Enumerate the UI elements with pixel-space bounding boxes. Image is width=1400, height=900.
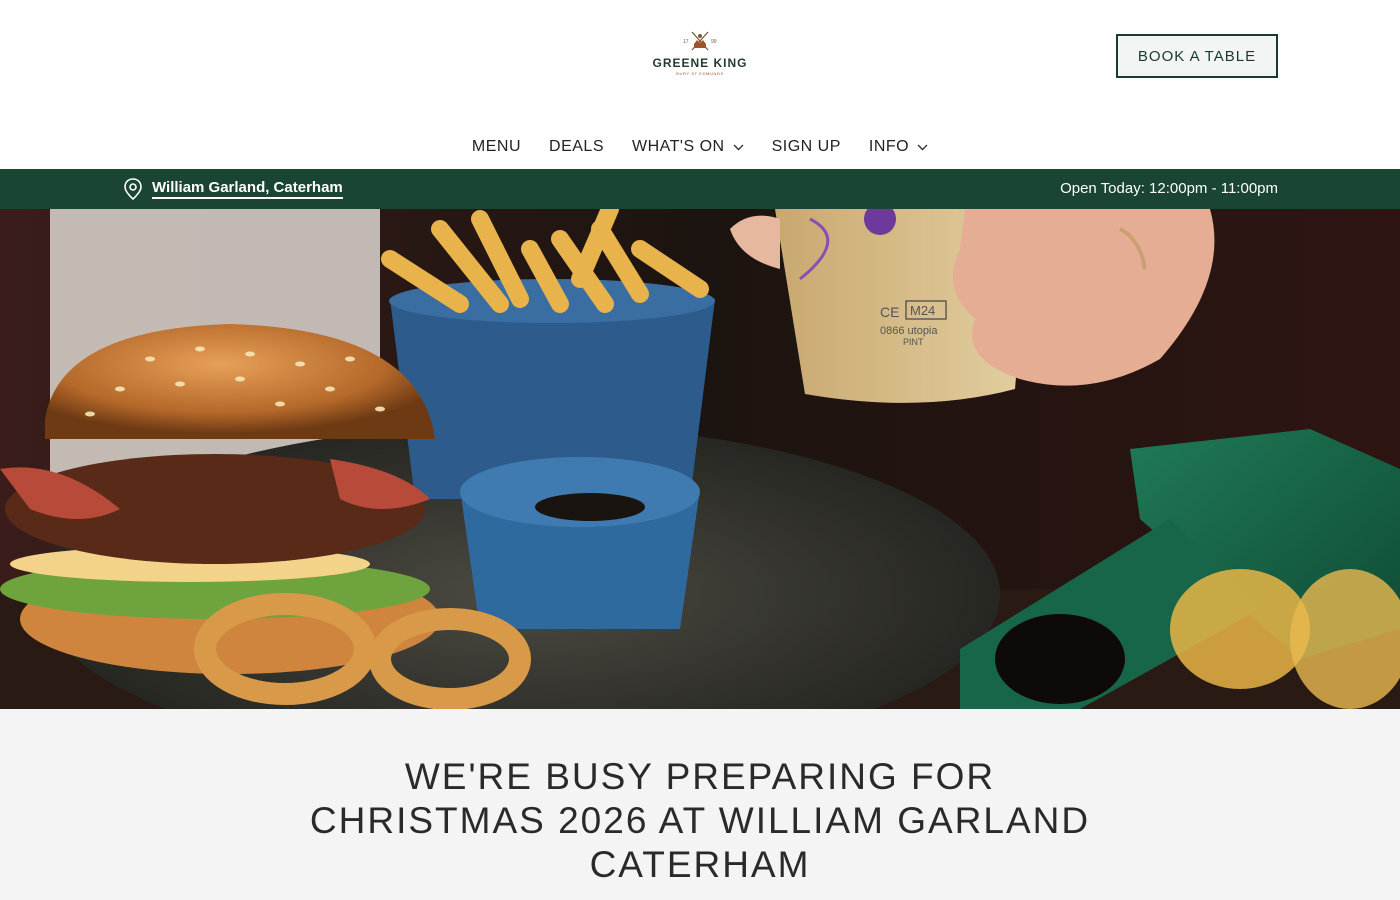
chevron-down-icon (917, 144, 928, 150)
nav-item-deals[interactable]: DEALS (549, 138, 604, 156)
opening-hours: Open Today: 12:00pm - 11:00pm (1060, 180, 1278, 197)
heading-line: WE'RE BUSY PREPARING FOR (404, 756, 996, 797)
svg-text:M24: M24 (910, 303, 935, 318)
location-bar: William Garland, Caterham Open Today: 12… (0, 169, 1400, 209)
nav-item-whats-on[interactable]: WHAT'S ON (632, 138, 744, 156)
page-heading: WE'RE BUSY PREPARING FOR CHRISTMAS 2026 … (250, 755, 1150, 887)
map-pin-icon (124, 178, 142, 201)
hero-image: CE M24 0866 utopia PINT (0, 209, 1400, 709)
location-link[interactable]: William Garland, Caterham (122, 177, 343, 201)
nav-item-label: DEALS (549, 138, 604, 155)
site-header: 17 99 GREENE KING BURY ST EDMUNDS BOOK A… (0, 0, 1400, 169)
svg-text:99: 99 (711, 39, 717, 45)
svg-text:CE: CE (880, 304, 899, 320)
logo-name: GREENE KING (652, 56, 748, 70)
greene-king-logo[interactable]: 17 99 GREENE KING BURY ST EDMUNDS (640, 28, 760, 88)
heading-line: CATERHAM (589, 844, 811, 885)
main-nav: MENU DEALS WHAT'S ON SIGN UP INFO (0, 130, 1400, 164)
nav-item-label: MENU (471, 138, 522, 155)
nav-item-info[interactable]: INFO (869, 138, 928, 156)
intro-section: WE'RE BUSY PREPARING FOR CHRISTMAS 2026 … (0, 709, 1400, 900)
svg-text:17: 17 (683, 39, 689, 45)
location-name[interactable]: William Garland, Caterham (152, 179, 343, 199)
heading-line: CHRISTMAS 2026 AT WILLIAM GARLAND (309, 800, 1091, 841)
nav-item-label: SIGN UP (771, 138, 841, 155)
nav-item-label: INFO (868, 138, 910, 155)
svg-text:0866 utopia: 0866 utopia (880, 325, 938, 337)
chevron-down-icon (733, 144, 744, 150)
nav-item-menu[interactable]: MENU (472, 138, 521, 156)
book-a-table-button[interactable]: BOOK A TABLE (1116, 34, 1278, 78)
svg-text:PINT: PINT (903, 337, 924, 347)
crest-icon: 17 99 (683, 31, 717, 51)
nav-item-label: WHAT'S ON (631, 138, 725, 155)
nav-item-sign-up[interactable]: SIGN UP (772, 138, 841, 156)
logo-subtitle: BURY ST EDMUNDS (676, 71, 724, 76)
hero-food-photo: CE M24 0866 utopia PINT (0, 209, 1400, 709)
